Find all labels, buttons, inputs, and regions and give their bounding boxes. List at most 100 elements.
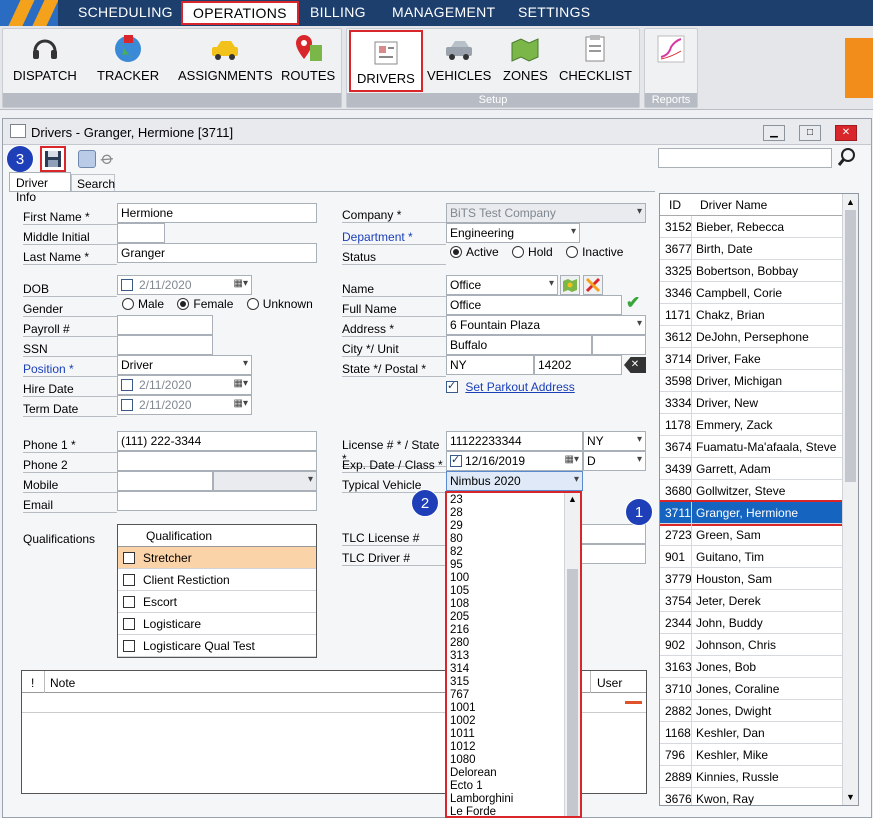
- hire-date-field[interactable]: 2/11/2020 ▦▾: [117, 375, 252, 395]
- menu-operations[interactable]: OPERATIONS: [181, 1, 299, 25]
- license-class-select[interactable]: D ▾: [583, 451, 646, 471]
- vehicle-option[interactable]: 29: [450, 520, 463, 533]
- vehicle-option[interactable]: Le Forde: [450, 806, 496, 816]
- driver-row[interactable]: 3334 Driver, New: [660, 392, 842, 414]
- close-button[interactable]: ✕: [835, 125, 857, 141]
- company-select[interactable]: BiTS Test Company ▾: [446, 203, 646, 223]
- dob-checkbox[interactable]: [121, 279, 133, 291]
- menu-management[interactable]: MANAGEMENT: [392, 4, 495, 20]
- license-field[interactable]: 11122233344: [446, 431, 583, 451]
- driver-row[interactable]: 3163 Jones, Bob: [660, 656, 842, 678]
- tracker-button[interactable]: TRACKER: [97, 33, 159, 83]
- driver-row[interactable]: 3674 Fuamatu-Ma'afaala, Steve: [660, 436, 842, 458]
- vehicle-option[interactable]: 108: [450, 598, 469, 611]
- vehicle-option[interactable]: 216: [450, 624, 469, 637]
- qualification-checkbox[interactable]: [123, 552, 135, 564]
- payroll-field[interactable]: [117, 315, 213, 335]
- mobile-carrier-select[interactable]: ▾: [213, 471, 317, 491]
- dob-field[interactable]: 2/11/2020 ▦▾: [117, 275, 252, 295]
- search-icon[interactable]: [836, 146, 858, 171]
- vehicle-option[interactable]: 95: [450, 559, 463, 572]
- middle-initial-field[interactable]: [117, 223, 165, 243]
- geocode-icon[interactable]: [583, 275, 603, 295]
- ssn-field[interactable]: [117, 335, 213, 355]
- vehicle-option[interactable]: 280: [450, 637, 469, 650]
- full-name-field[interactable]: Office: [446, 295, 622, 315]
- calendar-icon[interactable]: ▦▾: [565, 454, 579, 465]
- routes-button[interactable]: ROUTES: [281, 33, 335, 83]
- menu-settings[interactable]: SETTINGS: [518, 4, 590, 20]
- scroll-up-icon[interactable]: ▲: [846, 197, 855, 207]
- driver-row[interactable]: 3676 Kwon, Ray: [660, 788, 842, 805]
- assignments-button[interactable]: ASSIGNMENTS: [178, 33, 273, 83]
- vehicle-option[interactable]: 767: [450, 689, 469, 702]
- search-input[interactable]: [658, 148, 832, 168]
- email-field[interactable]: [117, 491, 317, 511]
- dispatch-button[interactable]: DISPATCH: [13, 33, 77, 83]
- phone2-field[interactable]: [117, 451, 317, 471]
- driver-row[interactable]: 796 Keshler, Mike: [660, 744, 842, 766]
- vehicles-button[interactable]: VEHICLES: [427, 33, 491, 83]
- exp-date-checkbox[interactable]: [450, 453, 462, 467]
- driver-row[interactable]: 3677 Birth, Date: [660, 238, 842, 260]
- qualification-checkbox[interactable]: [123, 596, 135, 608]
- scroll-thumb[interactable]: [845, 210, 856, 482]
- checklist-button[interactable]: CHECKLIST: [559, 33, 632, 83]
- department-select[interactable]: Engineering ▾: [446, 223, 580, 243]
- zones-button[interactable]: ZONES: [503, 33, 548, 83]
- position-select[interactable]: Driver ▾: [117, 355, 252, 375]
- qualification-row[interactable]: Client Restiction: [118, 569, 316, 591]
- reports-button[interactable]: [655, 33, 687, 68]
- vehicle-option[interactable]: 313: [450, 650, 469, 663]
- typical-vehicle-select[interactable]: Nimbus 2020 ▾: [446, 471, 583, 491]
- driver-row[interactable]: 2889 Kinnies, Russle: [660, 766, 842, 788]
- driver-row[interactable]: 2882 Jones, Dwight: [660, 700, 842, 722]
- calendar-icon[interactable]: ▦▾: [234, 278, 248, 289]
- vehicle-option[interactable]: 23: [450, 494, 463, 507]
- city-field[interactable]: Buffalo: [446, 335, 592, 355]
- driver-row[interactable]: 3439 Garrett, Adam: [660, 458, 842, 480]
- delete-note-icon[interactable]: [625, 701, 642, 704]
- status-hold-radio[interactable]: [512, 246, 525, 258]
- driver-row[interactable]: 901 Guitano, Tim: [660, 546, 842, 568]
- calendar-icon[interactable]: ▦▾: [234, 378, 248, 389]
- maximize-button[interactable]: □: [799, 125, 821, 141]
- tab-search[interactable]: Search: [71, 174, 115, 192]
- vehicle-option[interactable]: 1011: [450, 728, 475, 741]
- vehicle-option[interactable]: 1001: [450, 702, 476, 715]
- driver-row[interactable]: 1171 Chakz, Brian: [660, 304, 842, 326]
- driver-row[interactable]: 3346 Campbell, Corie: [660, 282, 842, 304]
- typical-vehicle-dropdown[interactable]: Le Forde Lamborghini Ecto 1 Delorean 1080 101…: [445, 491, 582, 818]
- qualification-checkbox[interactable]: [123, 640, 135, 652]
- license-state-select[interactable]: NY ▾: [583, 431, 646, 451]
- dropdown-scrollbar[interactable]: ▲: [564, 493, 580, 816]
- hire-date-checkbox[interactable]: [121, 379, 133, 391]
- vehicle-option[interactable]: 205: [450, 611, 469, 624]
- vehicle-option[interactable]: Delorean: [450, 767, 497, 780]
- phone1-field[interactable]: (111) 222-3344: [117, 431, 317, 451]
- last-name-field[interactable]: Granger: [117, 243, 317, 263]
- vehicle-option[interactable]: 80: [450, 533, 463, 546]
- gender-female-radio[interactable]: [177, 298, 190, 310]
- vehicle-option[interactable]: 82: [450, 546, 463, 559]
- vehicle-option[interactable]: 314: [450, 663, 469, 676]
- driver-row[interactable]: 2723 Green, Sam: [660, 524, 842, 546]
- status-inactive-radio[interactable]: [566, 246, 579, 258]
- qualification-row[interactable]: Logisticare Qual Test: [118, 635, 316, 657]
- vehicle-option[interactable]: 28: [450, 507, 463, 520]
- first-name-field[interactable]: Hermione: [117, 203, 317, 223]
- gender-unknown-radio[interactable]: [246, 298, 259, 310]
- driver-row[interactable]: 1168 Keshler, Dan: [660, 722, 842, 744]
- driver-row[interactable]: 3612 DeJohn, Persephone: [660, 326, 842, 348]
- driver-list-scrollbar[interactable]: ▲ ▼: [842, 194, 858, 805]
- driver-row[interactable]: 2344 John, Buddy: [660, 612, 842, 634]
- driver-row[interactable]: 3779 Houston, Sam: [660, 568, 842, 590]
- scroll-up-icon[interactable]: ▲: [568, 494, 577, 504]
- address-name-select[interactable]: Office ▾: [446, 275, 558, 295]
- qualification-checkbox[interactable]: [123, 618, 135, 630]
- scroll-thumb[interactable]: [567, 569, 578, 816]
- driver-row[interactable]: 3598 Driver, Michigan: [660, 370, 842, 392]
- calendar-icon[interactable]: ▦▾: [234, 398, 248, 409]
- qualification-row[interactable]: Stretcher: [118, 547, 316, 569]
- save-button[interactable]: [40, 146, 66, 172]
